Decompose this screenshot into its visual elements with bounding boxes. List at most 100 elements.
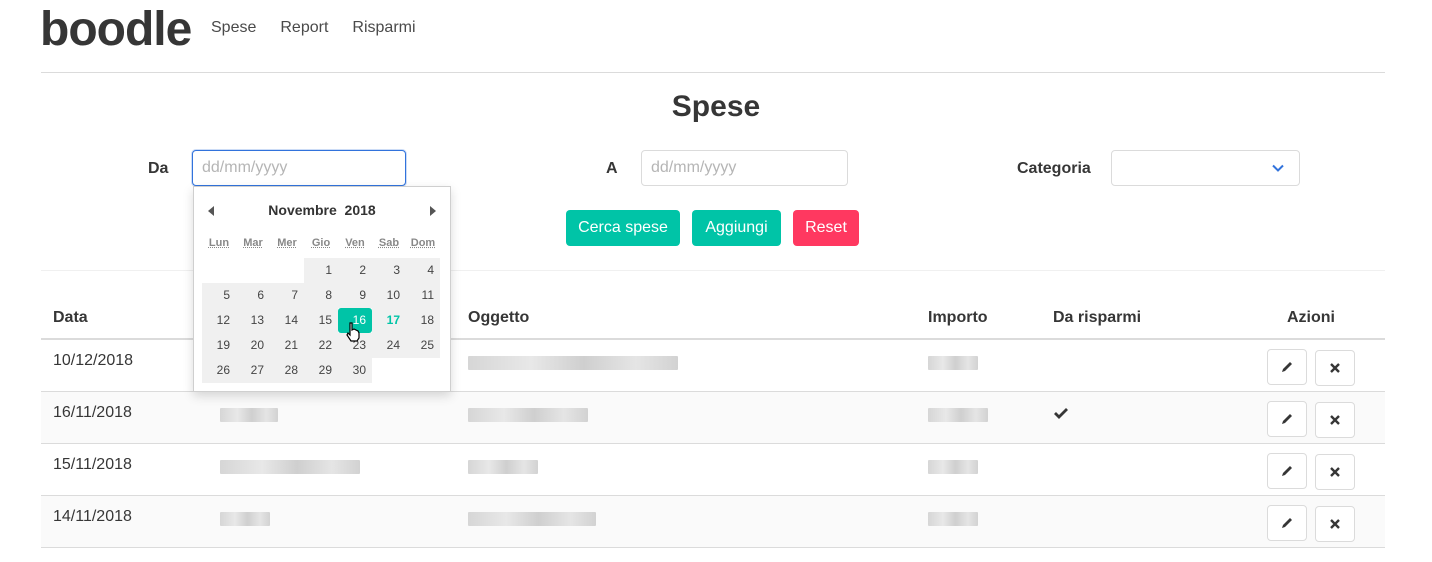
- datepicker-day[interactable]: 20: [236, 333, 270, 358]
- datepicker-day[interactable]: 24: [372, 333, 406, 358]
- reset-button[interactable]: Reset: [793, 210, 859, 246]
- header-divider: [41, 72, 1385, 73]
- datepicker-day[interactable]: 9: [338, 283, 372, 308]
- edit-button[interactable]: [1266, 400, 1307, 437]
- datepicker-day[interactable]: 21: [270, 333, 304, 358]
- col-oggetto: Oggetto: [456, 298, 916, 340]
- weekday: Gio: [311, 237, 331, 249]
- datepicker-day[interactable]: 4: [406, 258, 440, 283]
- arrow-right-icon[interactable]: [430, 206, 436, 216]
- datepicker-empty-cell: [236, 258, 270, 283]
- row-actions: [1237, 339, 1385, 392]
- datepicker-day[interactable]: 26: [202, 358, 236, 383]
- datepicker-day[interactable]: 25: [406, 333, 440, 358]
- datepicker-day[interactable]: 28: [270, 358, 304, 383]
- search-button[interactable]: Cerca spese: [566, 210, 680, 246]
- datepicker-day[interactable]: 18: [406, 308, 440, 333]
- datepicker-day[interactable]: 29: [304, 358, 338, 383]
- datepicker-day[interactable]: 17: [372, 308, 406, 333]
- datepicker-day[interactable]: 7: [270, 283, 304, 308]
- hand-cursor-icon: [346, 322, 360, 342]
- add-button[interactable]: Aggiungi: [692, 210, 781, 246]
- delete-button[interactable]: [1315, 453, 1356, 490]
- datepicker-day[interactable]: 30: [338, 358, 372, 383]
- pencil-icon: [1281, 362, 1292, 372]
- datepicker-day[interactable]: 19: [202, 333, 236, 358]
- nav-spese[interactable]: Spese: [211, 19, 256, 37]
- datepicker-day[interactable]: 2: [338, 258, 372, 283]
- weekday: Ven: [345, 237, 365, 249]
- datepicker-day[interactable]: 1: [304, 258, 338, 283]
- weekday: Sab: [378, 237, 400, 249]
- datepicker-weekdays: Lun Mar Mer Gio Ven Sab Dom: [202, 237, 440, 249]
- redacted-text: [468, 511, 596, 526]
- brand-logo[interactable]: boodle: [40, 2, 192, 57]
- datepicker-day[interactable]: 6: [236, 283, 270, 308]
- delete-button[interactable]: [1315, 505, 1356, 542]
- category-label: Categoria: [1017, 160, 1091, 177]
- redacted-text: [220, 407, 278, 422]
- delete-button[interactable]: [1315, 350, 1356, 386]
- redacted-text: [220, 459, 360, 474]
- redacted-text: [928, 511, 978, 526]
- datepicker-day[interactable]: 10: [372, 283, 406, 308]
- table-row: 14/11/2018: [41, 495, 1385, 548]
- redacted-text: [468, 356, 678, 370]
- row-actions: [1237, 391, 1385, 444]
- row-category: [208, 443, 456, 496]
- datepicker-day[interactable]: 8: [304, 283, 338, 308]
- weekday: Lun: [208, 237, 230, 249]
- nav-risparmi[interactable]: Risparmi: [352, 19, 415, 37]
- row-object: [456, 339, 916, 392]
- datepicker-month[interactable]: Novembre: [268, 202, 336, 218]
- weekday: Mar: [243, 237, 263, 249]
- redacted-text: [468, 459, 538, 474]
- datepicker-month-year: Novembre 2018: [194, 202, 450, 218]
- edit-button[interactable]: [1266, 349, 1307, 385]
- redacted-text: [468, 407, 588, 422]
- datepicker-day[interactable]: 3: [372, 258, 406, 283]
- datepicker-day[interactable]: 13: [236, 308, 270, 333]
- datepicker-day[interactable]: 14: [270, 308, 304, 333]
- datepicker-popup: Novembre 2018 Lun Mar Mer Gio Ven Sab Do…: [193, 186, 451, 392]
- col-importo: Importo: [916, 298, 1041, 340]
- from-date-input[interactable]: [192, 150, 406, 186]
- row-category: [208, 391, 456, 444]
- datepicker-day[interactable]: 15: [304, 308, 338, 333]
- row-object: [456, 391, 916, 444]
- nav-report[interactable]: Report: [280, 19, 328, 37]
- redacted-text: [928, 356, 978, 370]
- datepicker-day[interactable]: 12: [202, 308, 236, 333]
- main-nav: Spese Report Risparmi: [211, 19, 416, 37]
- datepicker-empty-cell: [270, 258, 304, 283]
- pencil-icon: [1281, 465, 1292, 476]
- col-azioni: Azioni: [1237, 298, 1385, 340]
- datepicker-day[interactable]: 27: [236, 358, 270, 383]
- row-category: [208, 495, 456, 548]
- category-select[interactable]: [1111, 150, 1300, 186]
- datepicker-day[interactable]: 11: [406, 283, 440, 308]
- datepicker-year[interactable]: 2018: [345, 202, 376, 218]
- row-date: 10/12/2018: [41, 339, 208, 392]
- to-label: A: [606, 160, 618, 177]
- datepicker-day[interactable]: 22: [304, 333, 338, 358]
- row-amount: [916, 339, 1041, 392]
- row-object: [456, 495, 916, 548]
- close-icon: [1330, 363, 1341, 373]
- edit-button[interactable]: [1266, 452, 1307, 489]
- col-da-risparmi: Da risparmi: [1041, 298, 1237, 340]
- close-icon: [1330, 414, 1341, 425]
- datepicker-day[interactable]: 5: [202, 283, 236, 308]
- close-icon: [1330, 518, 1341, 529]
- check-icon: [1054, 407, 1068, 419]
- datepicker-days: 1 2 3 4 5 6 7 8 9 10 11 12 13 14 15 16 17 18 19 20 21 22 23 24 2…: [202, 258, 440, 383]
- col-data: Data: [41, 298, 208, 340]
- row-date: 16/11/2018: [41, 391, 208, 444]
- pencil-icon: [1281, 413, 1292, 424]
- delete-button[interactable]: [1315, 401, 1356, 438]
- row-from-savings: [1041, 339, 1237, 392]
- edit-button[interactable]: [1266, 504, 1307, 541]
- row-object: [456, 443, 916, 496]
- row-amount: [916, 443, 1041, 496]
- to-date-input[interactable]: [641, 150, 848, 186]
